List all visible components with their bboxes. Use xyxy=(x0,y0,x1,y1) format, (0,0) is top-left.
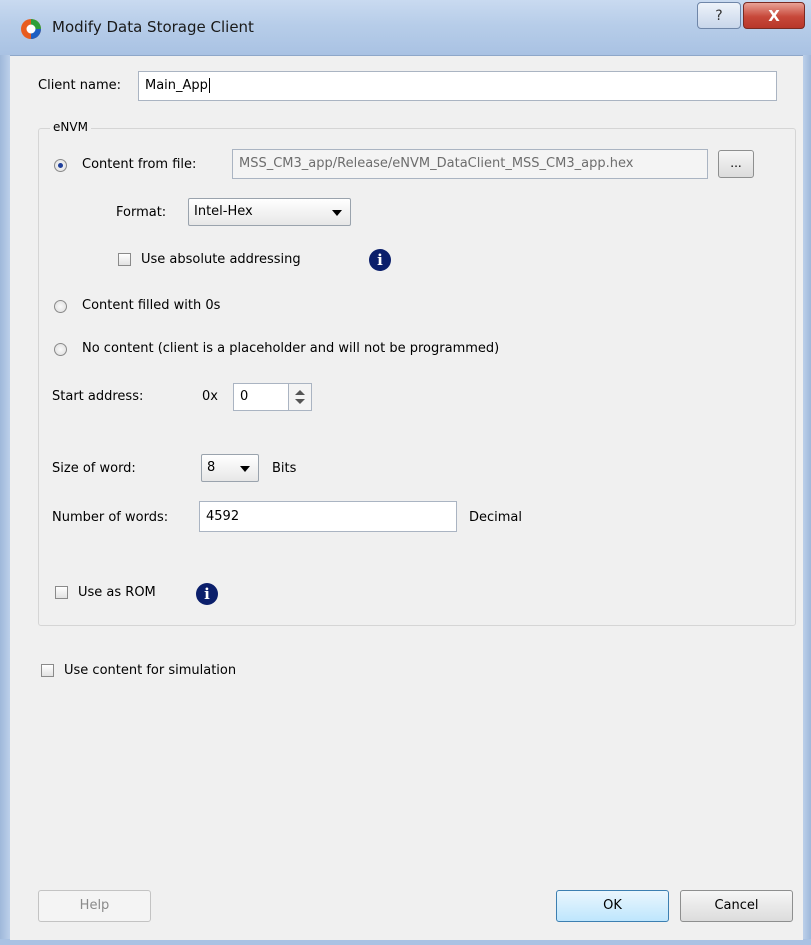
start-address-spinner[interactable] xyxy=(288,383,312,411)
window-title: Modify Data Storage Client xyxy=(52,18,254,36)
client-name-value: Main_App xyxy=(145,78,208,93)
number-of-words-unit: Decimal xyxy=(469,510,523,525)
browse-button[interactable]: ... xyxy=(718,150,754,178)
use-content-simulation-label[interactable]: Use content for simulation xyxy=(64,663,236,678)
window-frame-left xyxy=(0,55,10,945)
start-address-prefix: 0x xyxy=(202,389,218,404)
envm-group-title: eNVM xyxy=(50,120,91,134)
content-from-file-radio[interactable] xyxy=(54,159,67,172)
chevron-down-icon xyxy=(332,210,342,216)
info-icon[interactable]: i xyxy=(369,249,391,271)
use-content-simulation-checkbox[interactable] xyxy=(41,664,54,677)
content-filled-zeros-label[interactable]: Content filled with 0s xyxy=(82,298,220,313)
use-as-rom-label[interactable]: Use as ROM xyxy=(78,585,156,600)
format-value: Intel-Hex xyxy=(194,204,253,219)
no-content-label[interactable]: No content (client is a placeholder and … xyxy=(82,341,499,356)
start-address-input[interactable]: 0 xyxy=(233,383,289,411)
file-path-input[interactable]: MSS_CM3_app/Release/eNVM_DataClient_MSS_… xyxy=(232,149,708,179)
info-icon[interactable]: i xyxy=(196,583,218,605)
no-content-radio[interactable] xyxy=(54,343,67,356)
number-of-words-label: Number of words: xyxy=(52,510,169,525)
text-cursor xyxy=(208,78,210,93)
size-of-word-unit: Bits xyxy=(272,461,297,476)
format-select[interactable]: Intel-Hex xyxy=(188,198,351,226)
use-as-rom-checkbox[interactable] xyxy=(55,586,68,599)
envm-groupbox xyxy=(38,128,796,626)
client-name-input[interactable]: Main_App xyxy=(138,71,777,101)
start-address-label: Start address: xyxy=(52,389,144,404)
size-of-word-label: Size of word: xyxy=(52,461,136,476)
content-filled-zeros-radio[interactable] xyxy=(54,300,67,313)
size-of-word-select[interactable]: 8 xyxy=(201,454,259,482)
help-icon[interactable]: ? xyxy=(697,2,741,29)
absolute-addressing-checkbox[interactable] xyxy=(118,253,131,266)
content-from-file-label[interactable]: Content from file: xyxy=(82,157,196,172)
ok-button[interactable]: OK xyxy=(556,890,669,922)
cancel-button[interactable]: Cancel xyxy=(680,890,793,922)
app-icon xyxy=(21,19,41,39)
size-of-word-value: 8 xyxy=(207,460,216,475)
format-label: Format: xyxy=(116,205,167,220)
spin-down-icon[interactable] xyxy=(295,399,305,404)
chevron-down-icon xyxy=(240,466,250,472)
spin-up-icon[interactable] xyxy=(295,390,305,395)
client-name-label: Client name: xyxy=(38,78,122,93)
number-of-words-input[interactable]: 4592 xyxy=(199,501,457,532)
window-frame-right xyxy=(803,55,811,945)
absolute-addressing-label[interactable]: Use absolute addressing xyxy=(141,252,301,267)
help-button[interactable]: Help xyxy=(38,890,151,922)
close-icon[interactable]: X xyxy=(743,2,805,29)
